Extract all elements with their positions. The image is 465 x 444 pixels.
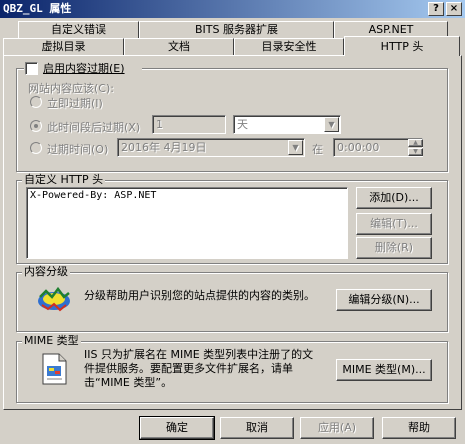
custom-headers-title: 自定义 HTTP 头 — [22, 173, 106, 186]
chevron-down-icon[interactable]: ▼ — [324, 117, 339, 132]
expire-on-label: 过期时间(O) — [47, 143, 109, 156]
close-icon[interactable]: × — [446, 2, 462, 16]
edit-ratings-button[interactable]: 编辑分级(N)... — [336, 289, 432, 311]
mime-file-icon — [40, 352, 70, 386]
window-title: QBZ_GL 属性 — [3, 2, 72, 15]
help-icon[interactable]: ? — [428, 2, 444, 16]
tab-http-headers[interactable]: HTTP 头 — [344, 36, 460, 56]
expire-immediately-radio[interactable] — [30, 96, 42, 108]
at-label: 在 — [312, 143, 323, 156]
chevron-down-icon[interactable]: ▼ — [288, 140, 303, 155]
ratings-icon — [36, 285, 72, 315]
ok-button[interactable]: 确定 — [139, 416, 215, 440]
tab-documents[interactable]: 文档 — [124, 38, 234, 56]
enable-expiration-label[interactable]: 启用内容过期(E) — [43, 63, 125, 75]
enable-expiration-checkbox[interactable] — [25, 62, 38, 75]
remove-header-button[interactable]: 删除(R) — [356, 237, 432, 259]
tab-panel: 启用内容过期(E) 网站内容应该(C): 立即过期(I) 此时间段后过期(X) … — [3, 55, 462, 410]
ratings-description: 分级帮助用户识别您的站点提供的内容的类别。 — [84, 289, 315, 302]
spin-down-icon[interactable]: ▼ — [408, 148, 423, 156]
expire-date-picker[interactable]: 2016年 4月19日 ▼ — [117, 138, 305, 157]
add-header-button[interactable]: 添加(D)... — [356, 187, 432, 209]
expiration-group-title: 启用内容过期(E) — [24, 62, 142, 76]
tab-directory-security[interactable]: 目录安全性 — [234, 38, 344, 56]
time-spinner[interactable]: ▲ ▼ — [408, 139, 423, 156]
expire-immediately-label: 立即过期(I) — [47, 97, 103, 110]
expire-after-unit-select[interactable]: 天 ▼ — [233, 115, 341, 134]
tab-custom-errors[interactable]: 自定义错误 — [18, 21, 139, 39]
expire-after-radio[interactable] — [30, 120, 42, 132]
edit-header-button[interactable]: 编辑(T)... — [356, 213, 432, 235]
expire-after-value-input[interactable]: 1 — [152, 115, 226, 134]
content-ratings-title: 内容分级 — [22, 265, 70, 278]
cancel-button[interactable]: 取消 — [220, 417, 294, 439]
mime-description: IIS 只为扩展名在 MIME 类型列表中注册了的文件提供服务。要配置更多文件扩… — [84, 348, 314, 389]
list-item[interactable]: X-Powered-By: ASP.NET — [30, 190, 344, 201]
expire-on-radio[interactable] — [30, 142, 42, 154]
tab-virtual-directory[interactable]: 虚拟目录 — [3, 38, 124, 56]
custom-headers-list[interactable]: X-Powered-By: ASP.NET — [26, 187, 348, 259]
title-bar: QBZ_GL 属性 — [0, 0, 465, 18]
tab-bits-server-extension[interactable]: BITS 服务器扩展 — [139, 21, 334, 39]
expire-after-label: 此时间段后过期(X) — [47, 121, 141, 134]
expiration-sub-label: 网站内容应该(C): — [28, 82, 114, 95]
mime-types-title: MIME 类型 — [22, 334, 81, 347]
spin-up-icon[interactable]: ▲ — [408, 139, 423, 147]
mime-types-button[interactable]: MIME 类型(M)... — [336, 359, 432, 381]
apply-button[interactable]: 应用(A) — [300, 417, 374, 439]
help-button[interactable]: 帮助 — [382, 417, 456, 439]
